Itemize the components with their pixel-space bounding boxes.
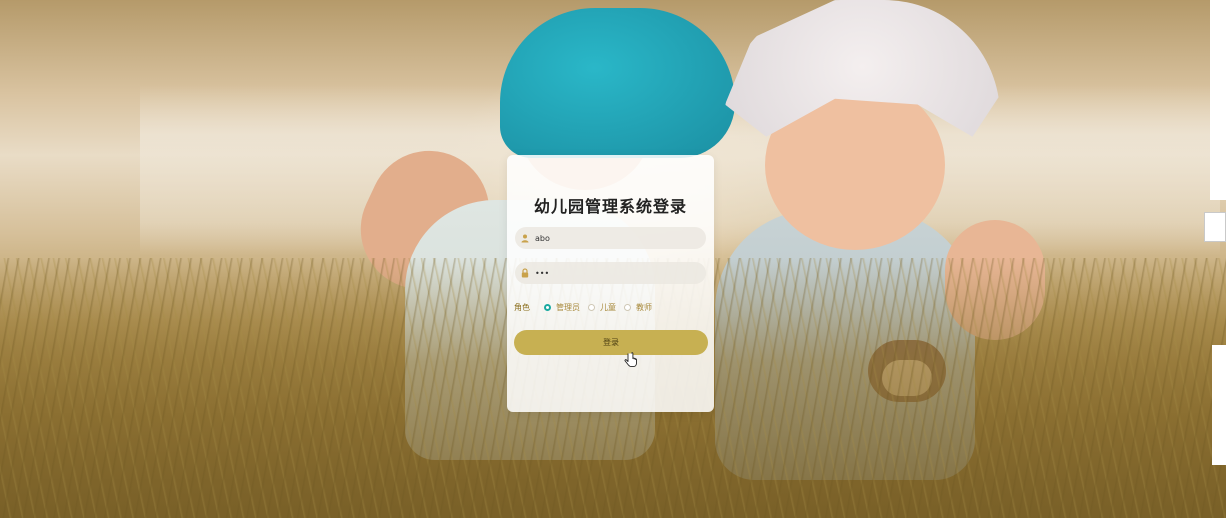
hand-cursor-icon [624,352,637,368]
role-selector: 角色 管理员 儿童 教师 [514,300,660,314]
role-option-label: 儿童 [600,302,616,312]
edge-window-fragment [1204,212,1226,242]
role-radio-admin[interactable]: 管理员 [544,302,580,313]
role-option-label: 管理员 [556,302,580,312]
login-button[interactable]: 登录 [514,330,708,355]
radio-dot[interactable] [588,303,595,311]
role-option-label: 教师 [636,302,652,312]
password-input[interactable] [535,268,695,278]
login-title: 幼儿园管理系统登录 [533,197,687,216]
radio-dot-checked[interactable] [544,303,551,311]
login-card: 幼儿园管理系统登录 角色 管理员 儿童 [507,155,714,412]
password-field[interactable] [515,262,706,284]
edge-window-fragment [1210,0,1226,200]
edge-window-fragment [1212,345,1226,465]
role-radio-child[interactable]: 儿童 [588,302,616,313]
lock-icon [515,268,535,278]
role-radio-teacher[interactable]: 教师 [624,302,652,313]
user-icon [515,234,535,243]
radio-dot[interactable] [624,303,631,311]
baby-left-hat [500,8,735,158]
username-field[interactable] [515,227,706,249]
role-label: 角色 [514,302,530,312]
username-input[interactable] [535,233,695,243]
